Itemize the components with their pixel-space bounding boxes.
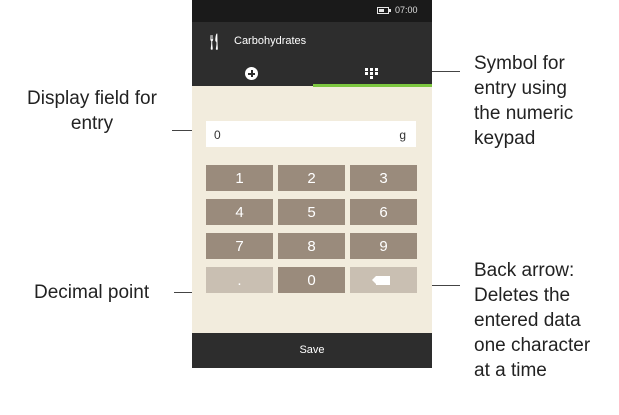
key-7[interactable]: 7 [206,233,273,259]
entry-display-field[interactable]: 0 g [206,121,416,147]
key-5[interactable]: 5 [278,199,345,225]
key-0[interactable]: 0 [278,267,345,293]
battery-cap [389,9,391,12]
active-tab-indicator [313,84,432,87]
tab-add[interactable] [192,62,312,86]
keypad-icon [365,68,379,80]
fork-knife-icon: 🍴︎ [204,34,225,51]
annotation-line: Back arrow: [474,260,575,281]
tab-numeric-keypad[interactable] [312,62,432,86]
key-1[interactable]: 1 [206,165,273,191]
plus-circle-icon [245,67,258,80]
annotation-line: entry using [474,78,567,99]
key-6[interactable]: 6 [350,199,417,225]
status-time: 07:00 [395,5,418,15]
entry-mode-tabs [192,62,432,86]
annotation-line: at a time [474,360,547,381]
annotation-line: Deletes the [474,285,571,306]
annotation-line: Display field for [27,88,157,109]
title-bar: 🍴︎ Carbohydrates [192,22,432,62]
annotation-line: entry [70,113,114,134]
page-title: Carbohydrates [234,35,307,47]
phone-screen: 07:00 🍴︎ Carbohydrates 0 g 1 2 3 4 5 6 7… [192,0,432,368]
annotation-line: Decimal point [34,282,150,303]
key-2[interactable]: 2 [278,165,345,191]
annotation-keypad-symbol: Symbol for entry using the numeric keypa… [474,51,573,151]
annotation-line: the numeric [474,103,574,124]
key-8[interactable]: 8 [278,233,345,259]
key-backspace[interactable] [350,267,417,293]
save-button[interactable]: Save [192,333,432,368]
key-3[interactable]: 3 [350,165,417,191]
annotation-line: Symbol for [474,53,565,74]
entry-value: 0 [214,128,221,142]
annotation-decimal-point: Decimal point [34,280,149,305]
backspace-icon [371,275,392,285]
annotation-display-field: Display field for entry [12,86,172,136]
key-decimal-point[interactable]: . [206,267,273,293]
key-4[interactable]: 4 [206,199,273,225]
annotation-line: entered data [474,310,581,331]
entry-unit: g [399,128,406,142]
battery-icon [377,7,389,14]
status-bar: 07:00 [192,0,432,22]
annotation-line: one character [474,335,591,356]
key-9[interactable]: 9 [350,233,417,259]
annotation-back-arrow: Back arrow: Deletes the entered data one… [474,258,590,383]
save-label: Save [299,344,325,356]
annotation-line: keypad [474,128,536,149]
